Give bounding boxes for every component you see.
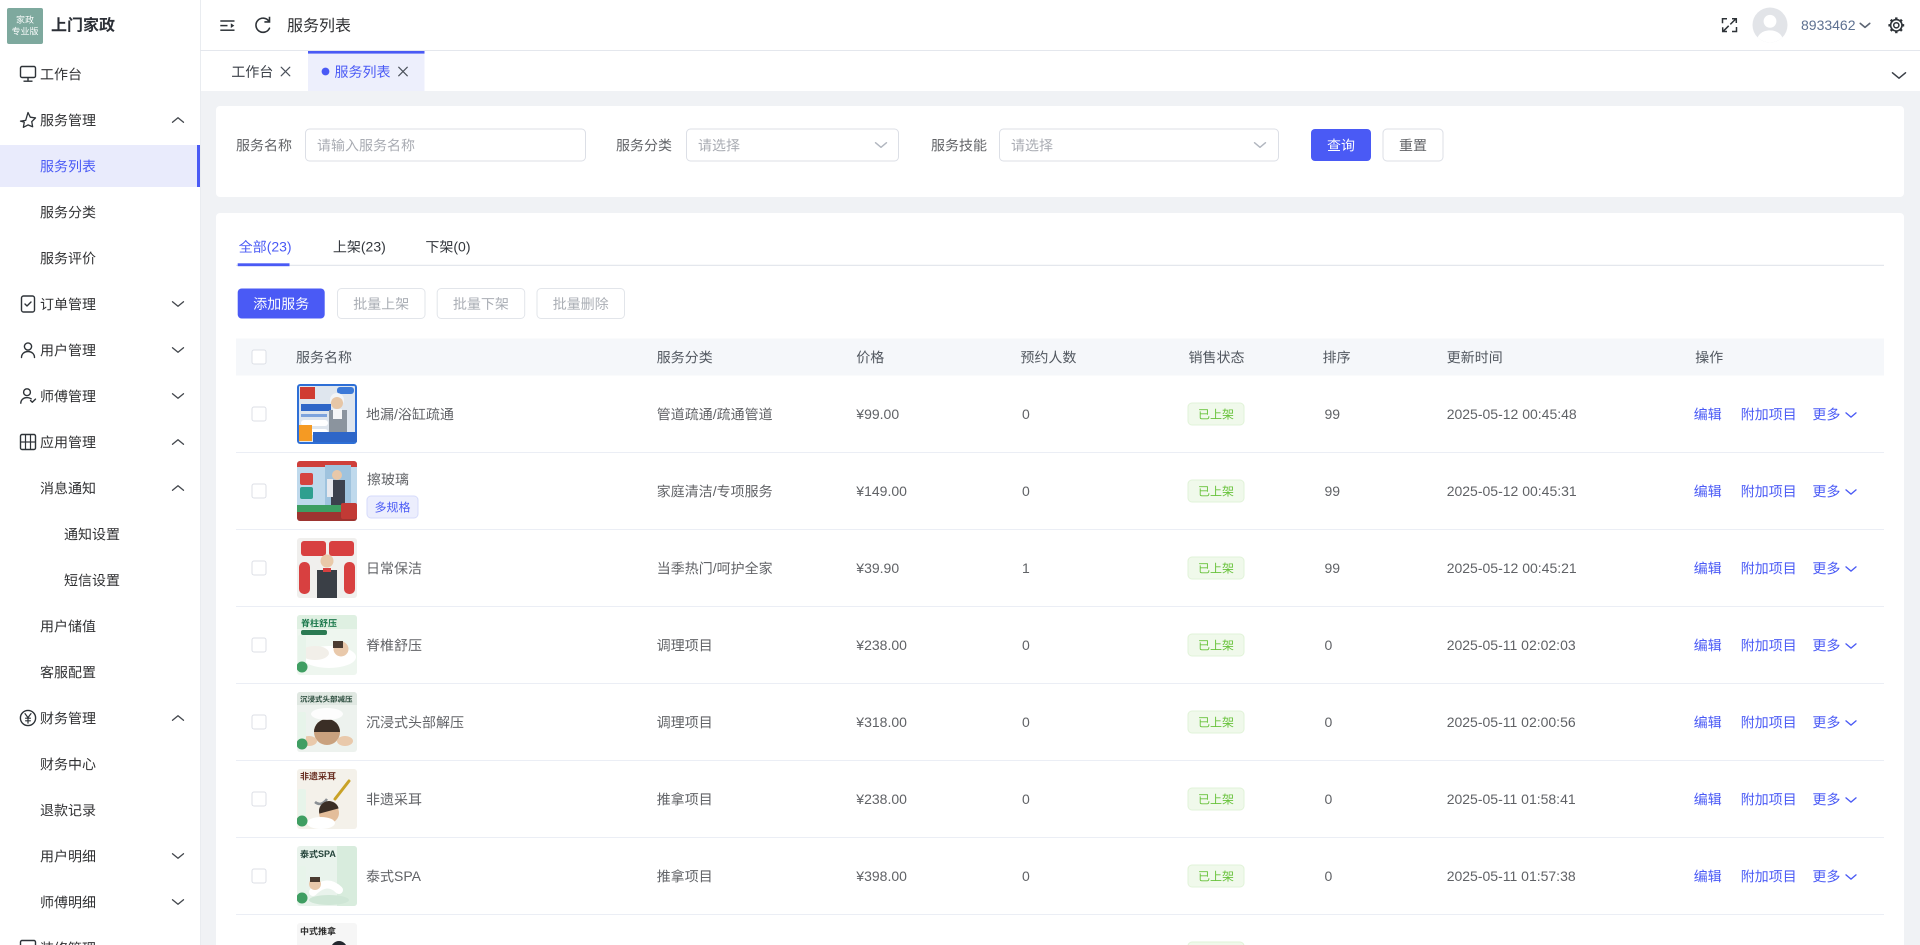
svg-text:99: 99 [1325,406,1341,422]
svg-text:/: / [394,406,398,422]
svg-text:2025-05-11 02:02:03: 2025-05-11 02:02:03 [1447,637,1576,653]
svg-text:0: 0 [1325,868,1333,884]
svg-text:2025-05-11 02:00:56: 2025-05-11 02:00:56 [1447,714,1576,730]
svg-text:(23): (23) [361,238,386,254]
svg-text:(23): (23) [267,238,292,254]
svg-text:0: 0 [1022,406,1030,422]
svg-text:2025-05-12 00:45:21: 2025-05-12 00:45:21 [1447,560,1577,576]
svg-text:¥318.00: ¥318.00 [855,714,907,730]
svg-text:¥39.90: ¥39.90 [855,560,899,576]
svg-text:1: 1 [1022,560,1030,576]
svg-text:¥99.00: ¥99.00 [855,406,899,422]
svg-text:0: 0 [1022,791,1030,807]
svg-text:/: / [713,406,717,422]
svg-text:99: 99 [1325,483,1341,499]
svg-text:0: 0 [1022,637,1030,653]
svg-text:2025-05-12 00:45:31: 2025-05-12 00:45:31 [1447,483,1577,499]
svg-text:/: / [713,483,717,499]
svg-text:2025-05-11 01:58:41: 2025-05-11 01:58:41 [1447,791,1576,807]
svg-text:0: 0 [1022,868,1030,884]
svg-text:SPA: SPA [318,849,336,859]
svg-text:¥398.00: ¥398.00 [855,868,907,884]
svg-text:¥238.00: ¥238.00 [855,791,907,807]
svg-text:/: / [713,560,717,576]
svg-text:0: 0 [1325,714,1333,730]
svg-text:0: 0 [1325,637,1333,653]
svg-text:0: 0 [1022,483,1030,499]
svg-text:SPA: SPA [394,868,422,884]
svg-text:2025-05-12 00:45:48: 2025-05-12 00:45:48 [1447,406,1577,422]
svg-text:0: 0 [1325,791,1333,807]
svg-text:8933462: 8933462 [1801,17,1856,33]
svg-text:(0): (0) [453,238,470,254]
svg-text:¥149.00: ¥149.00 [855,483,907,499]
svg-text:2025-05-11 01:57:38: 2025-05-11 01:57:38 [1447,868,1576,884]
svg-text:0: 0 [1022,714,1030,730]
svg-text:99: 99 [1325,560,1341,576]
svg-text:¥238.00: ¥238.00 [855,637,907,653]
